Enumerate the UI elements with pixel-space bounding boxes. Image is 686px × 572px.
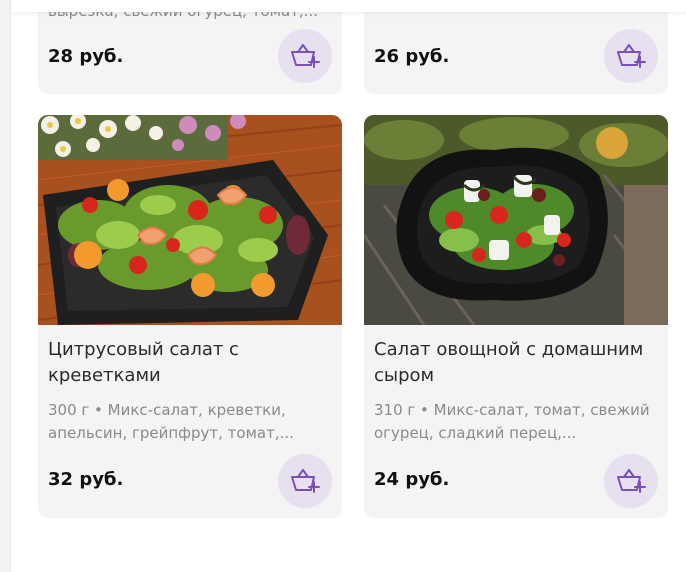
add-to-cart-button[interactable]	[278, 29, 332, 83]
product-price: 32 руб.	[48, 469, 124, 490]
product-price: 24 руб.	[374, 469, 450, 490]
add-to-cart-button[interactable]	[604, 29, 658, 83]
product-description: 300 г • Микс-салат, креветки, апельсин, …	[48, 401, 294, 442]
add-to-cart-button[interactable]	[278, 454, 332, 508]
basket-plus-icon	[291, 469, 320, 493]
product-title[interactable]: Салат овощной с домашним сыром	[374, 337, 658, 389]
basket-plus-icon	[617, 44, 646, 68]
product-card[interactable]: вырезка, свежий огурец, томат,... 28 руб…	[38, 0, 342, 94]
product-price: 28 руб.	[48, 46, 124, 67]
product-photo[interactable]	[38, 115, 342, 325]
product-price: 26 руб.	[374, 46, 450, 67]
product-title[interactable]: Цитрусовый салат с креветками	[48, 337, 332, 389]
product-card[interactable]: 26 руб.	[364, 0, 668, 94]
basket-plus-icon	[617, 469, 646, 493]
add-to-cart-button[interactable]	[604, 454, 658, 508]
top-header-bar	[11, 0, 686, 12]
menu-page: вырезка, свежий огурец, томат,... 28 руб…	[0, 0, 686, 572]
product-photo[interactable]	[364, 115, 668, 325]
product-card[interactable]: Цитрусовый салат с креветками 300 г • Ми…	[38, 115, 342, 518]
product-description: 310 г • Микс-салат, томат, свежий огурец…	[374, 401, 650, 442]
basket-plus-icon	[291, 44, 320, 68]
product-card[interactable]: Салат овощной с домашним сыром 310 г • М…	[364, 115, 668, 518]
left-rail	[0, 0, 11, 572]
